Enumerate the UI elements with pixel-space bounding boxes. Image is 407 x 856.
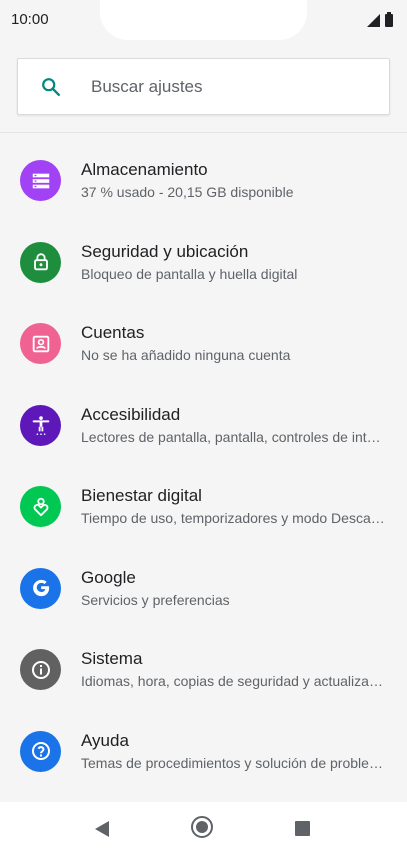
search-icon (39, 75, 63, 99)
settings-item-accessibility[interactable]: Accesibilidad Lectores de pantalla, pant… (0, 385, 407, 467)
navigation-bar (0, 802, 407, 856)
settings-item-digital-wellbeing[interactable]: Bienestar digital Tiempo de uso, tempori… (0, 466, 407, 548)
search-header: Buscar ajustes (0, 40, 407, 133)
settings-list: Almacenamiento 37 % usado - 20,15 GB dis… (0, 140, 407, 792)
search-placeholder: Buscar ajustes (91, 76, 203, 96)
settings-item-title: Bienestar digital (81, 486, 202, 506)
settings-item-subtitle: Idiomas, hora, copias de seguridad y act… (81, 673, 385, 690)
accessibility-icon (20, 404, 61, 446)
settings-item-text: Almacenamiento 37 % usado - 20,15 GB dis… (81, 159, 385, 202)
info-icon (20, 649, 61, 691)
settings-item-text: Sistema Idiomas, hora, copias de segurid… (81, 648, 385, 691)
signal-icon (367, 14, 380, 27)
storage-icon (20, 160, 61, 202)
settings-item-google[interactable]: Google Servicios y preferencias (0, 548, 407, 630)
search-bar[interactable]: Buscar ajustes (17, 58, 390, 115)
help-icon (20, 730, 61, 772)
settings-item-text: Cuentas No se ha añadido ninguna cuenta (81, 322, 385, 365)
settings-item-text: Bienestar digital Tiempo de uso, tempori… (81, 485, 385, 528)
settings-item-title: Almacenamiento (81, 160, 208, 180)
home-icon[interactable] (191, 816, 213, 838)
account-icon (20, 323, 61, 365)
settings-item-system[interactable]: Sistema Idiomas, hora, copias de segurid… (0, 629, 407, 711)
display-notch (100, 0, 307, 40)
settings-item-subtitle: Bloqueo de pantalla y huella digital (81, 265, 298, 282)
settings-item-title: Google (81, 567, 136, 587)
settings-item-text: Seguridad y ubicación Bloqueo de pantall… (81, 241, 385, 284)
status-bar: 10:00 (0, 0, 407, 40)
settings-screen: 10:00 Buscar ajustes Almacenamiento 37 %… (0, 0, 407, 856)
settings-item-title: Accesibilidad (81, 404, 181, 424)
back-icon[interactable] (95, 821, 109, 837)
settings-item-subtitle: No se ha añadido ninguna cuenta (81, 347, 291, 364)
wellbeing-icon (20, 486, 61, 528)
lock-icon (20, 241, 61, 283)
settings-item-storage[interactable]: Almacenamiento 37 % usado - 20,15 GB dis… (0, 140, 407, 222)
settings-item-text: Accesibilidad Lectores de pantalla, pant… (81, 404, 385, 447)
settings-item-subtitle: Lectores de pantalla, pantalla, controle… (81, 428, 385, 445)
battery-icon (385, 12, 393, 27)
settings-item-title: Seguridad y ubicación (81, 241, 249, 261)
settings-item-text: Google Servicios y preferencias (81, 567, 385, 610)
settings-item-text: Ayuda Temas de procedimientos y solución… (81, 730, 385, 773)
google-icon (20, 567, 61, 609)
settings-item-accounts[interactable]: Cuentas No se ha añadido ninguna cuenta (0, 303, 407, 385)
settings-item-subtitle: Temas de procedimientos y solución de pr… (81, 754, 385, 771)
settings-item-title: Cuentas (81, 323, 145, 343)
status-icons (367, 12, 393, 27)
settings-item-security[interactable]: Seguridad y ubicación Bloqueo de pantall… (0, 222, 407, 304)
status-time: 10:00 (11, 11, 49, 28)
settings-item-subtitle: Servicios y preferencias (81, 591, 230, 608)
settings-item-title: Ayuda (81, 730, 129, 750)
settings-item-title: Sistema (81, 649, 143, 669)
settings-item-subtitle: 37 % usado - 20,15 GB disponible (81, 184, 294, 201)
recents-icon[interactable] (295, 821, 310, 836)
settings-item-subtitle: Tiempo de uso, temporizadores y modo Des… (81, 510, 385, 527)
settings-item-help[interactable]: Ayuda Temas de procedimientos y solución… (0, 711, 407, 793)
